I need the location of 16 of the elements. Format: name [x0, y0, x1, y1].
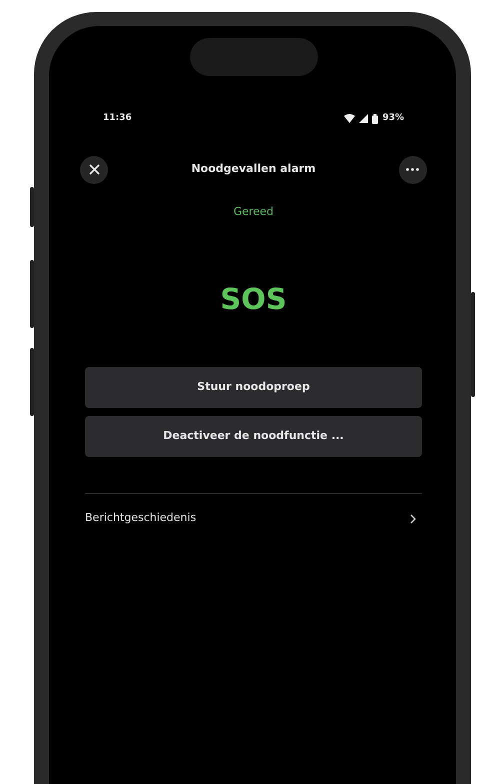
action-button[interactable]: Stuur noodoproep [85, 367, 422, 408]
more-icon [406, 168, 420, 171]
screen-title: Noodgevallen alarm [191, 161, 316, 178]
wifi-icon [344, 114, 356, 124]
action-button[interactable]: Deactiveer de noodfunctie ... [85, 416, 422, 457]
battery-percentage: 93% [382, 112, 404, 125]
more-button[interactable] [398, 156, 427, 184]
sos-label: SOS [220, 282, 287, 316]
close-icon [88, 164, 100, 175]
status-time: 11:36 [103, 112, 132, 125]
status-label: Gereed [233, 204, 274, 218]
close-button[interactable] [80, 156, 108, 184]
battery-icon [372, 114, 378, 124]
signal-icon [359, 114, 368, 124]
list-item-label[interactable]: Berichtgeschiedenis [85, 510, 196, 527]
chevron-right-icon [410, 514, 416, 524]
